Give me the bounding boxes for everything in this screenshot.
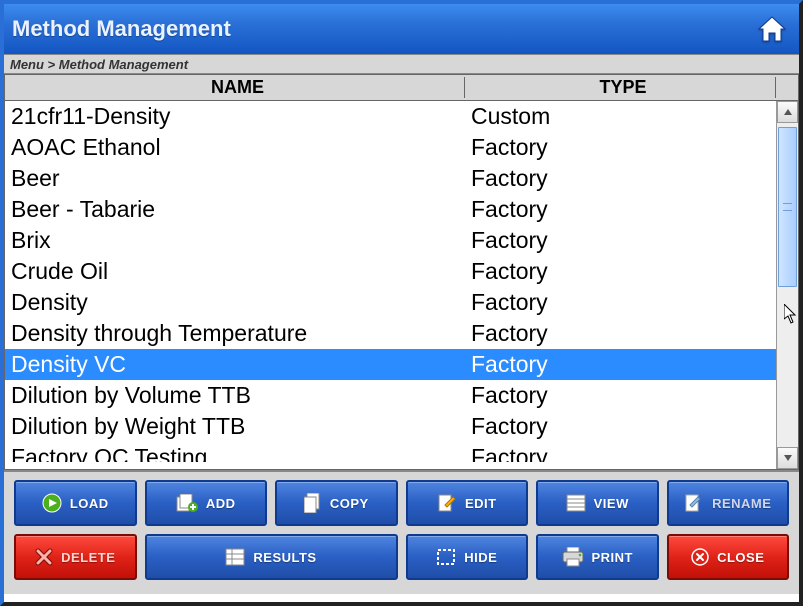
title-bar: Method Management — [4, 4, 799, 54]
cell-type: Factory — [465, 411, 776, 442]
table-body: 21cfr11-DensityCustomAOAC EthanolFactory… — [5, 101, 776, 469]
table-header: NAME TYPE — [5, 75, 798, 101]
cell-name: Crude Oil — [5, 256, 465, 287]
table-row[interactable]: Density VCFactory — [5, 349, 776, 380]
view-icon — [566, 494, 586, 512]
table-row[interactable]: Dilution by Weight TTBFactory — [5, 411, 776, 442]
view-label: VIEW — [594, 496, 629, 511]
close-button[interactable]: CLOSE — [667, 534, 790, 580]
copy-button[interactable]: COPY — [275, 480, 398, 526]
add-label: ADD — [206, 496, 236, 511]
column-header-type[interactable]: TYPE — [465, 77, 776, 98]
table-row[interactable]: AOAC EthanolFactory — [5, 132, 776, 163]
cell-name: Beer - Tabarie — [5, 194, 465, 225]
edit-label: EDIT — [465, 496, 497, 511]
cell-type: Factory — [465, 225, 776, 256]
edit-icon — [437, 493, 457, 513]
print-button[interactable]: PRINT — [536, 534, 659, 580]
cell-type: Factory — [465, 163, 776, 194]
table-row[interactable]: Beer - TabarieFactory — [5, 194, 776, 225]
scroll-track[interactable] — [777, 123, 798, 447]
table-row[interactable]: Density through TemperatureFactory — [5, 318, 776, 349]
method-table: NAME TYPE 21cfr11-DensityCustomAOAC Etha… — [4, 74, 799, 470]
results-icon — [225, 548, 245, 566]
close-label: CLOSE — [717, 550, 764, 565]
cell-name: Brix — [5, 225, 465, 256]
delete-button[interactable]: DELETE — [14, 534, 137, 580]
breadcrumb: Menu > Method Management — [4, 54, 799, 74]
cell-name: Density — [5, 287, 465, 318]
cell-name: 21cfr11-Density — [5, 101, 465, 132]
table-row[interactable]: Dilution by Volume TTBFactory — [5, 380, 776, 411]
cell-name: AOAC Ethanol — [5, 132, 465, 163]
hide-label: HIDE — [464, 550, 497, 565]
column-header-name[interactable]: NAME — [5, 77, 465, 98]
action-bar: LOAD ADD COPY EDIT VIEW — [4, 470, 799, 594]
chevron-down-icon — [784, 455, 792, 461]
edit-button[interactable]: EDIT — [406, 480, 529, 526]
cell-type: Factory — [465, 380, 776, 411]
delete-label: DELETE — [61, 550, 115, 565]
delete-icon — [35, 548, 53, 566]
cell-name: Beer — [5, 163, 465, 194]
cell-name: Dilution by Volume TTB — [5, 380, 465, 411]
print-icon — [562, 547, 584, 567]
home-icon — [757, 15, 787, 43]
cell-type: Custom — [465, 101, 776, 132]
table-row[interactable]: BrixFactory — [5, 225, 776, 256]
load-icon — [42, 493, 62, 513]
load-label: LOAD — [70, 496, 109, 511]
table-row[interactable]: BeerFactory — [5, 163, 776, 194]
copy-icon — [304, 493, 322, 513]
hide-icon — [436, 548, 456, 566]
print-label: PRINT — [592, 550, 634, 565]
load-button[interactable]: LOAD — [14, 480, 137, 526]
copy-label: COPY — [330, 496, 369, 511]
rename-button[interactable]: RENAME — [667, 480, 790, 526]
table-row[interactable]: 21cfr11-DensityCustom — [5, 101, 776, 132]
cell-name: Factory QC Testing — [5, 442, 465, 462]
scroll-down-button[interactable] — [777, 447, 798, 469]
cell-type: Factory — [465, 287, 776, 318]
results-button[interactable]: RESULTS — [145, 534, 398, 580]
view-button[interactable]: VIEW — [536, 480, 659, 526]
table-row[interactable]: Crude OilFactory — [5, 256, 776, 287]
results-label: RESULTS — [253, 550, 316, 565]
cell-type: Factory — [465, 349, 776, 380]
add-icon — [176, 494, 198, 512]
close-icon — [691, 548, 709, 566]
home-button[interactable] — [755, 12, 789, 46]
cell-type: Factory — [465, 132, 776, 163]
rename-label: RENAME — [712, 496, 771, 511]
add-button[interactable]: ADD — [145, 480, 268, 526]
vertical-scrollbar[interactable] — [776, 101, 798, 469]
hide-button[interactable]: HIDE — [406, 534, 529, 580]
cell-name: Density VC — [5, 349, 465, 380]
cell-name: Density through Temperature — [5, 318, 465, 349]
rename-icon — [684, 493, 704, 513]
cell-type: Factory — [465, 318, 776, 349]
cell-name: Dilution by Weight TTB — [5, 411, 465, 442]
cell-type: Factory — [465, 194, 776, 225]
table-row[interactable]: DensityFactory — [5, 287, 776, 318]
table-row[interactable]: Factory QC TestingFactory — [5, 442, 776, 462]
scroll-thumb[interactable] — [778, 127, 797, 287]
scroll-up-button[interactable] — [777, 101, 798, 123]
chevron-up-icon — [784, 109, 792, 115]
cell-type: Factory — [465, 256, 776, 287]
cell-type: Factory — [465, 442, 776, 462]
page-title: Method Management — [12, 16, 231, 42]
